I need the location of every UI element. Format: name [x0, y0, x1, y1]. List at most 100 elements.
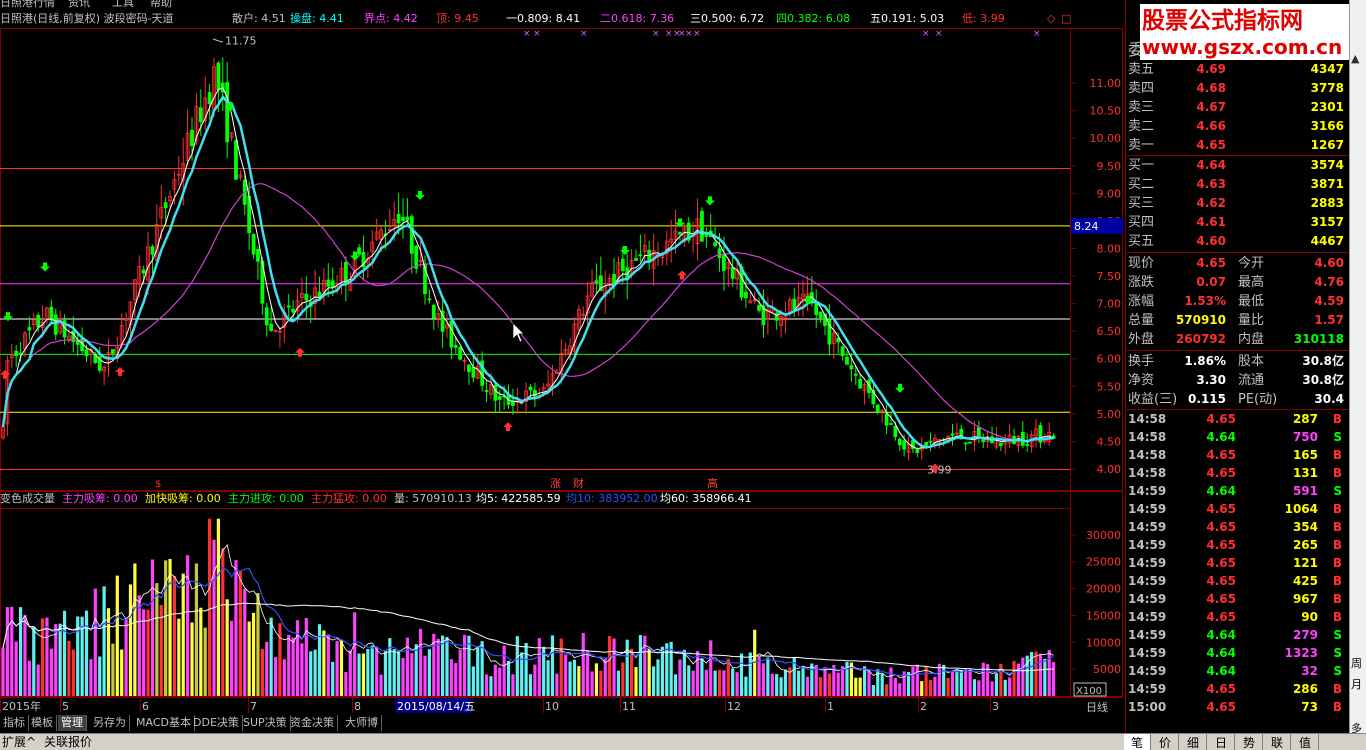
trade-side: S [1333, 430, 1342, 444]
volume-bar [634, 667, 638, 696]
order-price: 4.64 [1196, 158, 1226, 172]
indicator-tab[interactable]: 管理 [58, 715, 87, 731]
candle-body [286, 305, 291, 308]
toolbar-icon[interactable]: ▲ [1351, 52, 1359, 65]
indicator-tab[interactable]: MACD基本 [133, 715, 195, 731]
linked-quotes-button[interactable]: 关联报价 [44, 735, 92, 750]
quote-row: 14:59 4.65 265 B [1128, 536, 1346, 555]
trade-side: S [1333, 628, 1342, 642]
stat-label: 涨幅 [1128, 294, 1155, 309]
volume-bar [647, 648, 651, 696]
panel-tab[interactable]: 势 [1236, 734, 1263, 750]
volume-bar [955, 670, 959, 696]
volume-bar [704, 669, 708, 696]
candle-body [853, 373, 858, 376]
price-tick-label: 10.00 [1090, 132, 1122, 145]
candle-body [431, 304, 436, 319]
indicator-tab[interactable]: 大师博 [342, 715, 382, 731]
volume-bar [731, 668, 735, 696]
date-tick-label: 3 [992, 700, 999, 713]
volume-bar [361, 653, 366, 696]
sell-signal-arrow [620, 246, 630, 255]
volume-bar [775, 674, 779, 696]
volume-bar [572, 659, 577, 696]
volume-bar [313, 649, 317, 696]
volume-bar [414, 644, 418, 696]
panel-tab[interactable]: 日 [1208, 734, 1235, 750]
quote-row: 卖四 4.68 3778 [1128, 79, 1346, 98]
volume-bar [972, 679, 977, 696]
candle-body [774, 312, 779, 321]
volume-bar [528, 674, 533, 696]
candle-body [401, 217, 405, 222]
price-tick-label: 7.00 [1097, 298, 1122, 311]
price-tick-label: 11.00 [1090, 77, 1122, 90]
volume-bar [608, 636, 612, 696]
right-toolbar[interactable]: ▲ 周 月 多 [1349, 0, 1366, 750]
price-tick-label: 4.00 [1097, 463, 1122, 476]
ma-line-operator [1, 94, 1054, 449]
indicator-tab[interactable]: 指标 [0, 715, 29, 731]
indicator-value: 二0.618: 7.36 [600, 12, 675, 25]
volume-bar [1012, 660, 1016, 696]
toolbar-month[interactable]: 月 [1351, 676, 1362, 692]
top-marker: × [693, 29, 701, 39]
top-marker: × [665, 29, 673, 39]
quote-row: 14:59 4.65 354 B [1128, 518, 1346, 537]
volume-bar [344, 672, 348, 696]
banner-url: www.gszx.com.cn [1142, 35, 1343, 59]
candle-body [405, 216, 410, 221]
top-marker: × [1033, 29, 1041, 39]
quote-row: 涨跌 0.07 最高 4.76 [1128, 273, 1346, 292]
volume-bar [436, 638, 440, 696]
panel-tab[interactable]: 细 [1180, 734, 1207, 750]
candle-body [1025, 443, 1030, 446]
volume-bar [810, 663, 814, 696]
stat-value: 260792 [1175, 332, 1226, 346]
divider [1126, 350, 1350, 351]
volume-bar [247, 621, 251, 696]
quote-row: 14:59 4.65 286 B [1128, 680, 1346, 699]
indicator-tab[interactable]: 资金决策 [287, 715, 338, 731]
volume-bar [854, 677, 858, 696]
indicator-tab[interactable]: DDE决策 [190, 715, 243, 731]
trade-side: B [1332, 502, 1342, 516]
trade-price: 4.65 [1206, 520, 1236, 534]
volume-bar [265, 641, 269, 696]
volume-bar [348, 650, 352, 696]
quote-row: 卖三 4.67 2301 [1128, 98, 1346, 117]
top-marker: × [935, 29, 943, 39]
order-volume: 4467 [1310, 234, 1344, 248]
candle-body [467, 364, 471, 373]
chart-canvas[interactable]: 11.0010.5010.009.509.008.508.007.507.006… [0, 0, 1125, 733]
order-label: 卖一 [1128, 138, 1155, 153]
indicator-tab[interactable]: 另存为 [90, 715, 130, 731]
volume-bar [366, 649, 370, 696]
stat-value: 4.59 [1314, 294, 1344, 308]
high-pointer [212, 38, 223, 43]
candle-body [818, 311, 823, 318]
quote-row: 收益(三) 0.115 PE(动) 30.4 [1128, 390, 1346, 409]
panel-tab[interactable]: 笔 [1124, 734, 1151, 750]
volume-bar [700, 658, 704, 696]
volume-bar [379, 674, 383, 696]
volume-bar [370, 645, 374, 696]
expand-button[interactable]: 扩展^ [2, 735, 36, 750]
trade-volume: 121 [1292, 556, 1318, 570]
price-tick-label: 7.50 [1097, 270, 1122, 283]
volume-bar [300, 643, 304, 696]
candle-body [14, 350, 19, 357]
quote-row: 卖一 4.65 1267 [1128, 136, 1346, 155]
toolbar-week[interactable]: 周 [1351, 655, 1362, 671]
volume-bar [880, 673, 884, 696]
volume-bar [256, 592, 260, 696]
panel-tab[interactable]: 价 [1152, 734, 1179, 750]
volume-bar [357, 653, 361, 696]
panel-tab[interactable]: 值 [1292, 734, 1319, 750]
indicator-tab[interactable]: 模板 [28, 715, 57, 731]
volume-bar [36, 664, 40, 696]
indicator-tab[interactable]: SUP决策 [240, 715, 291, 731]
panel-tab[interactable]: 联 [1264, 734, 1291, 750]
candle-body [453, 344, 458, 348]
order-label: 卖四 [1128, 81, 1155, 96]
